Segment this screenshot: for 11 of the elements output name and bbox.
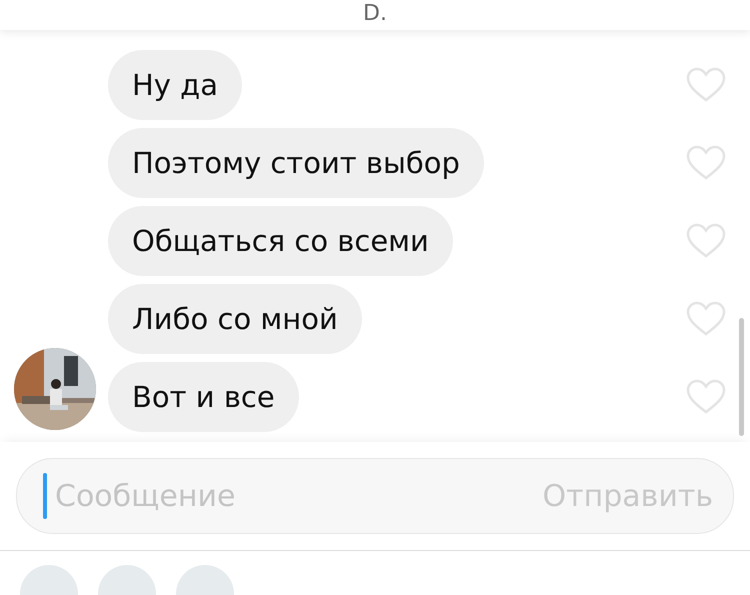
message-bubble: Ну да [108, 50, 242, 120]
heart-icon[interactable] [686, 223, 726, 259]
message-bubble: Вот и все [108, 362, 299, 432]
message-bubble: Либо со мной [108, 284, 362, 354]
heart-icon[interactable] [686, 67, 726, 103]
heart-icon[interactable] [686, 301, 726, 337]
heart-icon[interactable] [686, 379, 726, 415]
heart-icon[interactable] [686, 145, 726, 181]
message-bubble: Общаться со всеми [108, 206, 453, 276]
message-bubble: Поэтому стоит выбор [108, 128, 484, 198]
chat-title: D. [363, 2, 387, 26]
